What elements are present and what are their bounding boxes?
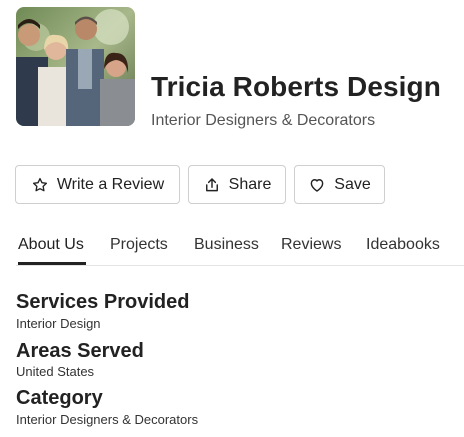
star-outline-icon — [31, 176, 49, 194]
write-review-label: Write a Review — [56, 175, 165, 193]
business-category: Interior Designers & Decorators — [151, 112, 376, 129]
services-heading: Services Provided — [16, 291, 190, 313]
share-label: Share — [228, 175, 272, 193]
tab-business[interactable]: Business — [194, 236, 259, 254]
category-heading: Category — [16, 387, 103, 409]
write-review-button[interactable]: Write a Review — [15, 165, 180, 204]
category-value: Interior Designers & Decorators — [16, 412, 199, 427]
save-label: Save — [334, 175, 371, 193]
heart-outline-icon — [308, 176, 326, 194]
save-button[interactable]: Save — [294, 165, 385, 204]
tab-ideabooks[interactable]: Ideabooks — [366, 236, 440, 254]
areas-value: United States — [16, 364, 95, 379]
profile-photo — [16, 7, 135, 126]
share-upload-icon — [203, 176, 221, 194]
tab-projects[interactable]: Projects — [110, 236, 168, 254]
profile-tabs: About Us Projects Business Reviews Ideab… — [16, 230, 464, 266]
services-value: Interior Design — [16, 316, 101, 331]
areas-heading: Areas Served — [16, 340, 144, 362]
tab-about-us[interactable]: About Us — [18, 236, 84, 254]
business-name: Tricia Roberts Design — [151, 71, 441, 102]
share-button[interactable]: Share — [188, 165, 286, 204]
active-tab-indicator — [18, 262, 86, 265]
tab-reviews[interactable]: Reviews — [281, 236, 341, 254]
